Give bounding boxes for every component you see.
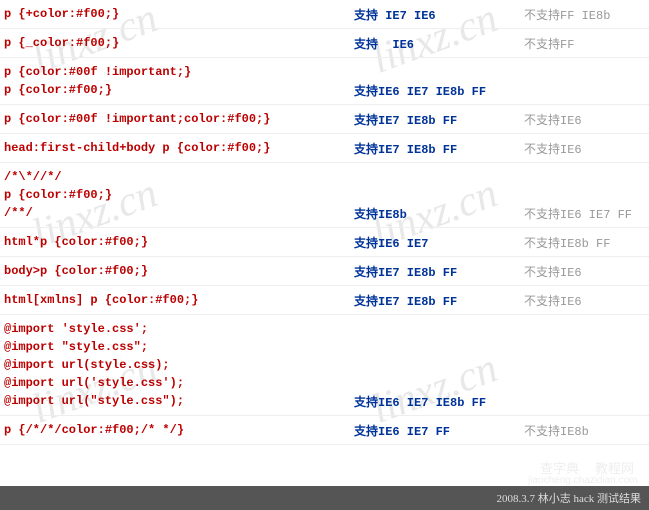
code-cell: html*p {color:#f00;}: [4, 233, 354, 251]
nosupport-cell: 不支持IE8b FF: [524, 234, 645, 251]
footer-credit: 2008.3.7 林小志 hack 测试结果: [0, 486, 649, 510]
table-row: p {_color:#f00;}支持 IE6不支持FF: [0, 29, 649, 58]
support-cell: 支持IE8b: [354, 205, 524, 222]
code-cell: /*\*//*/ p {color:#f00;} /**/: [4, 168, 354, 222]
nosupport-cell: 不支持IE6: [524, 292, 645, 309]
table-row: p {/*/*/color:#f00;/* */}支持IE6 IE7 FF不支持…: [0, 416, 649, 445]
table-row: html*p {color:#f00;}支持IE6 IE7不支持IE8b FF: [0, 228, 649, 257]
watermark-alt3: jiaocheng.chazidian.com: [528, 475, 638, 486]
nosupport-cell: 不支持IE6 IE7 FF: [524, 205, 645, 222]
support-cell: 支持IE6 IE7 IE8b FF: [354, 82, 524, 99]
table-row: body>p {color:#f00;}支持IE7 IE8b FF不支持IE6: [0, 257, 649, 286]
support-cell: 支持IE6 IE7 IE8b FF: [354, 393, 524, 410]
support-cell: 支持 IE7 IE6: [354, 6, 524, 23]
nosupport-cell: 不支持FF IE8b: [524, 6, 645, 23]
table-row: html[xmlns] p {color:#f00;}支持IE7 IE8b FF…: [0, 286, 649, 315]
support-cell: 支持IE6 IE7: [354, 234, 524, 251]
nosupport-cell: 不支持IE8b: [524, 422, 645, 439]
code-cell: p {color:#00f !important;} p {color:#f00…: [4, 63, 354, 99]
support-cell: 支持IE7 IE8b FF: [354, 140, 524, 157]
table-row: /*\*//*/ p {color:#f00;} /**/支持IE8b不支持IE…: [0, 163, 649, 228]
code-cell: body>p {color:#f00;}: [4, 262, 354, 280]
code-cell: html[xmlns] p {color:#f00;}: [4, 291, 354, 309]
code-cell: p {_color:#f00;}: [4, 34, 354, 52]
support-cell: 支持IE7 IE8b FF: [354, 292, 524, 309]
code-cell: p {/*/*/color:#f00;/* */}: [4, 421, 354, 439]
nosupport-cell: 不支持FF: [524, 35, 645, 52]
code-cell: head:first-child+body p {color:#f00;}: [4, 139, 354, 157]
code-cell: p {+color:#f00;}: [4, 5, 354, 23]
table-row: p {color:#00f !important;color:#f00;}支持I…: [0, 105, 649, 134]
table-row: @import 'style.css'; @import "style.css"…: [0, 315, 649, 416]
support-cell: 支持 IE6: [354, 35, 524, 52]
support-cell: 支持IE7 IE8b FF: [354, 111, 524, 128]
nosupport-cell: 不支持IE6: [524, 263, 645, 280]
nosupport-cell: 不支持IE6: [524, 140, 645, 157]
table-row: p {+color:#f00;}支持 IE7 IE6不支持FF IE8b: [0, 0, 649, 29]
nosupport-cell: 不支持IE6: [524, 111, 645, 128]
support-cell: 支持IE7 IE8b FF: [354, 263, 524, 280]
hack-table: p {+color:#f00;}支持 IE7 IE6不支持FF IE8bp {_…: [0, 0, 649, 445]
code-cell: p {color:#00f !important;color:#f00;}: [4, 110, 354, 128]
code-cell: @import 'style.css'; @import "style.css"…: [4, 320, 354, 410]
table-row: head:first-child+body p {color:#f00;}支持I…: [0, 134, 649, 163]
watermark-alt2: 教程网: [595, 458, 634, 477]
support-cell: 支持IE6 IE7 FF: [354, 422, 524, 439]
watermark-alt1: 查字典: [540, 458, 579, 477]
table-row: p {color:#00f !important;} p {color:#f00…: [0, 58, 649, 105]
